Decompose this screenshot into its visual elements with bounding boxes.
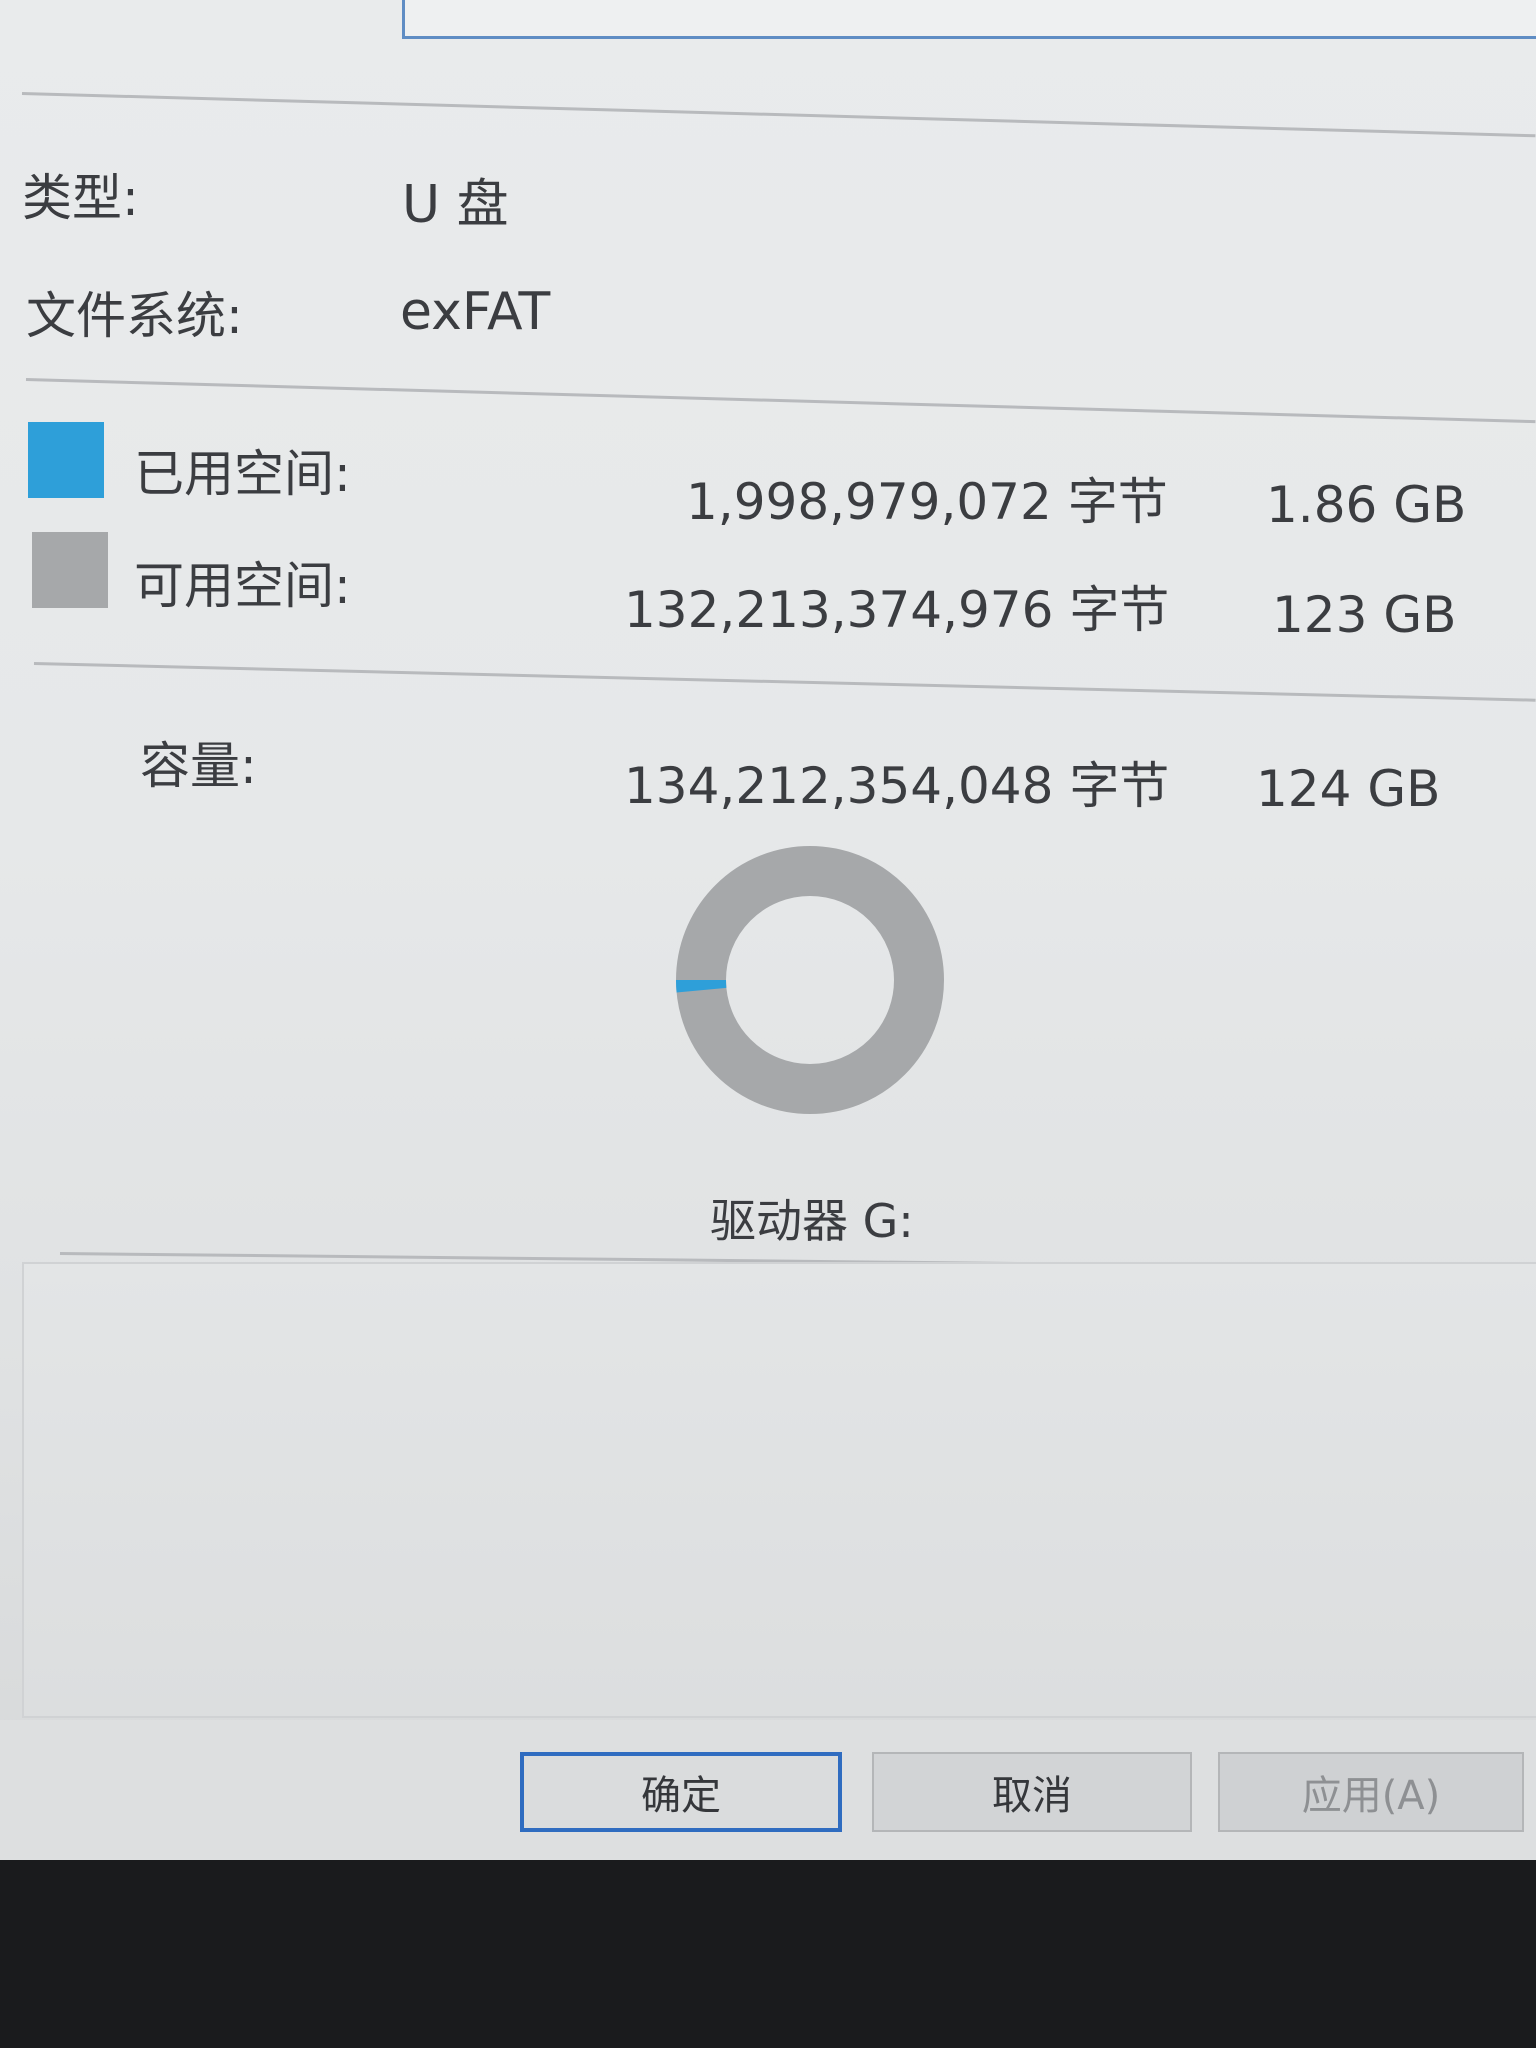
ok-button[interactable]: 确定 (520, 1752, 842, 1832)
drive-letter-label: 驱动器 G: (710, 1194, 914, 1248)
free-space-bytes: 132,213,374,976 字节 (624, 581, 1170, 639)
used-space-label: 已用空间: (134, 445, 351, 503)
usage-donut-chart (676, 846, 944, 1114)
tab-content-area (22, 1262, 1536, 1718)
used-space-size: 1.86 GB (1266, 476, 1467, 534)
type-value: U 盘 (402, 175, 509, 235)
free-space-label: 可用空间: (134, 557, 351, 615)
free-space-ring (676, 846, 944, 1114)
file-system-value: exFAT (400, 282, 551, 342)
apply-button[interactable]: 应用(A) (1218, 1752, 1524, 1832)
free-space-size: 123 GB (1272, 586, 1457, 644)
capacity-label: 容量: (140, 737, 257, 795)
drive-properties-dialog: 类型: U 盘 文件系统: exFAT 已用空间: 1,998,979,072 … (0, 0, 1536, 1860)
capacity-bytes: 134,212,354,048 字节 (624, 757, 1170, 815)
type-label: 类型: (22, 169, 139, 227)
separator (33, 662, 1536, 702)
capacity-size: 124 GB (1256, 760, 1441, 818)
separator (25, 378, 1536, 424)
used-space-bytes: 1,998,979,072 字节 (686, 473, 1168, 531)
used-space-swatch (28, 422, 104, 498)
free-space-swatch (32, 532, 108, 608)
separator (21, 92, 1536, 138)
drive-name-field[interactable] (402, 0, 1536, 39)
dialog-footer: 确定 取消 应用(A) (0, 1720, 1536, 1860)
file-system-label: 文件系统: (26, 287, 243, 345)
cancel-button[interactable]: 取消 (872, 1752, 1192, 1832)
